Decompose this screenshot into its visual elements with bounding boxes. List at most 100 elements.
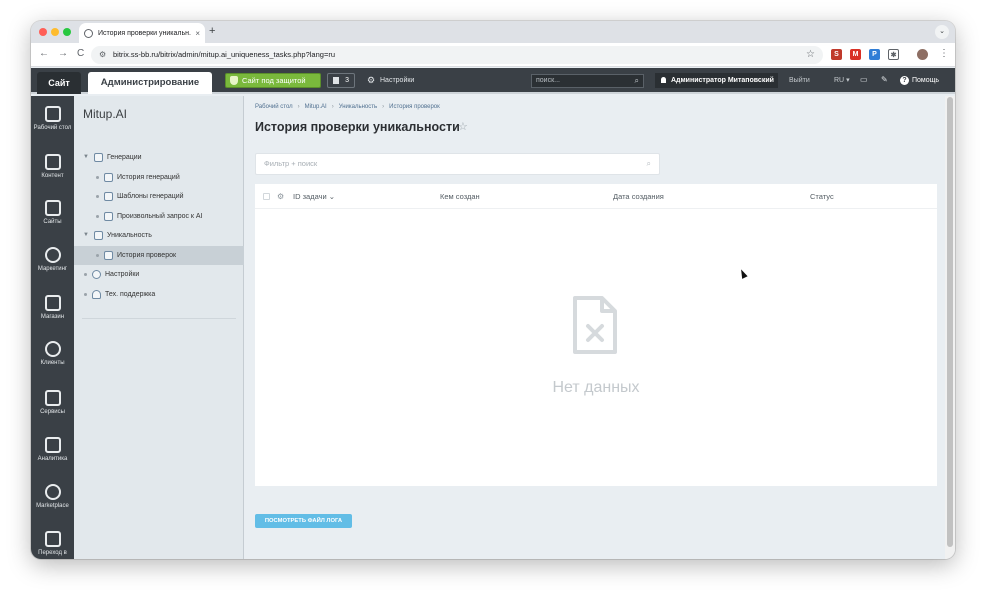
filter-search-input[interactable]: Фильтр + поиск ⌕ <box>255 153 660 175</box>
calendar-icon <box>44 200 61 216</box>
new-tab-button[interactable]: + <box>209 25 215 37</box>
tab-close-icon[interactable]: × <box>195 29 200 38</box>
tree-item-label: Настройки <box>105 271 140 278</box>
sitemap-icon <box>104 251 113 260</box>
tree-item-support[interactable]: Тех. поддержка <box>74 285 244 304</box>
tree-item-uniqueness[interactable]: ▼ Уникальность <box>74 226 244 245</box>
tree-item-label: Тех. поддержка <box>105 291 156 298</box>
favorite-star-icon[interactable]: ☆ <box>458 120 468 133</box>
page-scrollbar[interactable] <box>945 96 955 559</box>
help-button[interactable]: ? Помощь <box>900 73 939 88</box>
logout-link[interactable]: Выйти <box>789 73 810 88</box>
data-grid: ⚙ ID задачи ⌄ Кем создан Дата создания С… <box>255 184 937 486</box>
gmail-icon[interactable]: M <box>850 49 861 60</box>
column-created-date[interactable]: Дата создания <box>613 184 664 209</box>
tree-item-generation-history[interactable]: История генераций <box>74 168 244 187</box>
tab-administration[interactable]: Администрирование <box>88 72 212 94</box>
breadcrumb-mitup[interactable]: Mitup.AI <box>305 104 327 110</box>
panel-layout-icon[interactable]: ▭ <box>860 75 868 84</box>
tree-item-label: Генерации <box>107 154 142 161</box>
menu-shop[interactable]: Магазин <box>31 291 74 337</box>
site-info-icon[interactable]: ⚙ <box>99 46 106 64</box>
extensions-puzzle-icon[interactable]: ✱ <box>888 49 899 60</box>
chart-icon <box>44 437 61 453</box>
target-icon <box>44 247 61 263</box>
breadcrumb-desktop[interactable]: Рабочий стол <box>255 104 293 110</box>
edit-icon <box>44 531 61 547</box>
tree-item-custom-ai-request[interactable]: Произвольный запрос к AI <box>74 207 244 226</box>
menu-marketplace[interactable]: Marketplace <box>31 480 74 526</box>
forward-button[interactable]: → <box>58 48 68 59</box>
browser-toolbar: ← → C ⚙ bitrix.ss-bb.ru/bitrix/admin/mit… <box>31 43 955 67</box>
reload-button[interactable]: C <box>77 48 84 59</box>
expand-arrow-icon[interactable]: ▼ <box>83 148 89 167</box>
site-protection-button[interactable]: Сайт под защитой <box>225 73 321 88</box>
column-task-id[interactable]: ID задачи ⌄ <box>293 184 335 209</box>
close-window-button[interactable] <box>39 28 47 36</box>
browser-tab-active[interactable]: История проверки уникальн... × <box>79 23 205 43</box>
grid-settings-icon[interactable]: ⚙ <box>277 184 284 209</box>
column-task-id-label: ID задачи <box>293 192 327 201</box>
user-menu-button[interactable]: Администратор Митаповский <box>655 73 778 88</box>
user-icon <box>661 77 666 83</box>
tree-item-settings[interactable]: Настройки <box>74 265 244 284</box>
expand-arrow-icon[interactable]: ▼ <box>83 226 89 245</box>
profile-avatar[interactable] <box>917 49 928 60</box>
scrollbar-thumb[interactable] <box>947 97 953 547</box>
view-log-file-button[interactable]: ПОСМОТРЕТЬ ФАЙЛ ЛОГА <box>255 514 352 528</box>
menu-analytics[interactable]: Аналитика <box>31 433 74 479</box>
address-bar[interactable]: ⚙ bitrix.ss-bb.ru/bitrix/admin/mitup.ai_… <box>91 46 823 64</box>
menu-marketing[interactable]: Маркетинг <box>31 243 74 289</box>
bullet-icon <box>96 215 99 218</box>
menu-desktop[interactable]: Рабочий стол <box>31 102 74 148</box>
extension-blue-icon[interactable]: P <box>869 49 880 60</box>
extension-s-icon[interactable]: S <box>831 49 842 60</box>
tab-title: История проверки уникальн... <box>98 29 192 37</box>
browser-window: История проверки уникальн... × + ⌄ ← → C… <box>31 21 955 559</box>
minimize-window-button[interactable] <box>51 28 59 36</box>
menu-services-label: Сервисы <box>40 409 65 415</box>
search-icon[interactable]: ⌕ <box>647 154 651 174</box>
column-created-by[interactable]: Кем создан <box>440 184 480 209</box>
headset-icon <box>92 290 101 299</box>
updates-icon <box>333 77 339 84</box>
pin-icon[interactable]: ✎ <box>881 75 888 84</box>
cloud-icon <box>44 484 61 500</box>
tree-item-check-history[interactable]: История проверок <box>74 246 244 265</box>
site-protection-label: Сайт под защитой <box>242 76 306 85</box>
breadcrumb-separator: › <box>331 104 334 110</box>
empty-document-icon <box>573 296 617 354</box>
language-selector[interactable]: RU ▾ <box>834 73 850 88</box>
browser-menu-icon[interactable]: ⋮ <box>939 48 949 59</box>
breadcrumb-uniqueness[interactable]: Уникальность <box>339 104 377 110</box>
column-status[interactable]: Статус <box>810 184 834 209</box>
menu-go-to[interactable]: Переход в <box>31 527 74 559</box>
menu-clients[interactable]: Клиенты <box>31 337 74 383</box>
settings-button[interactable]: ⚙ Настройки <box>367 73 414 88</box>
breadcrumb-check-history[interactable]: История проверок <box>389 104 440 110</box>
tab-site[interactable]: Сайт <box>37 72 81 94</box>
back-button[interactable]: ← <box>39 48 49 59</box>
select-all-checkbox[interactable] <box>263 193 270 200</box>
updates-button[interactable]: 3 <box>327 73 355 88</box>
tab-search-button[interactable]: ⌄ <box>935 25 949 39</box>
menu-sites[interactable]: Сайты <box>31 196 74 242</box>
bullet-icon <box>84 273 87 276</box>
main-content: Рабочий стол › Mitup.AI › Уникальность › Истор… <box>245 96 939 559</box>
menu-analytics-label: Аналитика <box>37 456 68 462</box>
bookmark-star-icon[interactable]: ☆ <box>806 46 815 64</box>
bullet-icon <box>96 254 99 257</box>
sitemap-icon <box>94 153 103 162</box>
bullet-icon <box>96 195 99 198</box>
menu-services[interactable]: Сервисы <box>31 386 74 432</box>
admin-top-panel: Сайт Администрирование Сайт под защитой … <box>31 68 955 94</box>
search-icon[interactable]: ⌕ <box>635 75 639 87</box>
menu-sites-label: Сайты <box>43 219 62 225</box>
menu-content[interactable]: Контент <box>31 150 74 196</box>
admin-search-input[interactable]: поиск... ⌕ <box>531 74 644 88</box>
admin-left-menu: Рабочий стол Контент Сайты Маркетинг Маг… <box>31 96 74 559</box>
maximize-window-button[interactable] <box>63 28 71 36</box>
list-icon <box>104 212 113 221</box>
tree-item-generation-templates[interactable]: Шаблоны генераций <box>74 187 244 206</box>
tree-item-generations[interactable]: ▼ Генерации <box>74 148 244 167</box>
